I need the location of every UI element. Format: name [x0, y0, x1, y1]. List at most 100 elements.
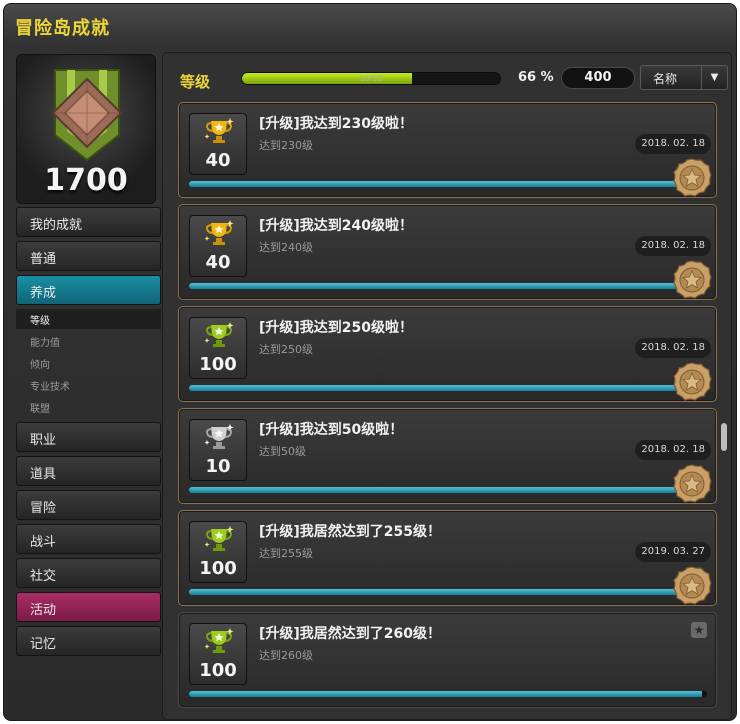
completion-date: 2019. 03. 27: [635, 542, 711, 562]
achievement-description: 达到50级: [259, 445, 306, 458]
level-progress-bar: 10/15: [241, 72, 501, 85]
achievement-window: 冒险岛成就 1700 我的成就 普通 养成 等级 能力值 倾向 专业技术 联盟 …: [3, 3, 737, 721]
level-progress-text: 10/15: [359, 74, 383, 83]
subcategory-label: 等级: [30, 316, 50, 327]
category-item[interactable]: 道具: [16, 456, 161, 486]
achievement-panel: 等级 10/15 66 % 400 名称 ▼ 40 [升级]我达到230级啦！: [162, 52, 732, 720]
wax-seal-icon: [673, 260, 712, 299]
completion-date: 2018. 02. 18: [635, 440, 711, 460]
completion-date: 2018. 02. 18: [635, 134, 711, 154]
points-display: 400: [561, 67, 635, 89]
achievement-progress-fill: [189, 385, 707, 391]
trophy-badge: 40: [189, 215, 247, 277]
star-icon: ★: [691, 622, 707, 638]
achievement-points: 100: [199, 354, 237, 375]
trophy-badge: 10: [189, 419, 247, 481]
category-label: 记忆: [30, 637, 57, 652]
achievement-points: 100: [199, 558, 237, 579]
achievement-points: 40: [205, 150, 231, 171]
wax-seal-icon: [673, 158, 712, 197]
achievement-card[interactable]: 40 [升级]我达到230级啦！ 达到230级 2018. 02. 18: [178, 102, 717, 198]
subcategory-professions[interactable]: 专业技术: [16, 375, 161, 395]
achievement-card[interactable]: 100 [升级]我居然达到了260级！ 达到260级 ★: [178, 612, 717, 708]
subcategory-level[interactable]: 等级: [16, 309, 161, 329]
achievement-title: [升级]我达到50级啦！: [259, 422, 404, 438]
category-general[interactable]: 普通: [16, 241, 161, 271]
trophy-icon: [204, 628, 234, 653]
completion-date: 2018. 02. 18: [635, 338, 711, 358]
sort-label: 名称: [653, 72, 678, 86]
achievement-description: 达到250级: [259, 343, 313, 356]
achievement-progress-bar: [189, 589, 707, 595]
category-label: 社交: [30, 569, 57, 584]
scrollbar-thumb[interactable]: [721, 423, 727, 451]
achievement-card[interactable]: 40 [升级]我达到240级啦！ 达到240级 2018. 02. 18: [178, 204, 717, 300]
achievement-progress-bar: [189, 487, 707, 493]
category-social[interactable]: 社交: [16, 558, 161, 588]
trophy-badge: 100: [189, 623, 247, 685]
trophy-badge: 100: [189, 521, 247, 583]
trophy-badge: 100: [189, 317, 247, 379]
trophy-icon: [204, 118, 234, 143]
subcategory-union[interactable]: 联盟: [16, 397, 161, 417]
subcategory-traits[interactable]: 倾向: [16, 353, 161, 373]
subcategory-stats[interactable]: 能力值: [16, 331, 161, 351]
trophy-badge: 40: [189, 113, 247, 175]
achievement-progress-bar: [189, 385, 707, 391]
achievement-progress-fill: [189, 283, 707, 289]
achievement-card[interactable]: 100 [升级]我居然达到了255级！ 达到255级 2019. 03. 27: [178, 510, 717, 606]
category-label: 普通: [30, 252, 57, 267]
subcategory-label: 专业技术: [30, 382, 70, 393]
achievement-description: 达到260级: [259, 649, 313, 662]
category-job[interactable]: 职业: [16, 422, 161, 452]
completion-date: 2018. 02. 18: [635, 236, 711, 256]
category-adventure[interactable]: 冒险: [16, 490, 161, 520]
achievement-title: [升级]我达到230级啦！: [259, 116, 414, 132]
trophy-icon: [204, 526, 234, 551]
window-title: 冒险岛成就: [15, 18, 110, 39]
rank-emblem: 1700: [16, 54, 156, 204]
category-label: 战斗: [30, 535, 57, 550]
section-title: 等级: [180, 73, 211, 91]
achievement-points: 10: [205, 456, 231, 477]
category-my-achievements[interactable]: 我的成就: [16, 207, 161, 237]
achievement-progress-bar: [189, 181, 707, 187]
achievement-progress-fill: [189, 181, 707, 187]
category-label: 我的成就: [30, 218, 83, 233]
achievement-progress-bar: [189, 283, 707, 289]
category-label: 道具: [30, 467, 57, 482]
subcategory-label: 联盟: [30, 404, 50, 415]
category-label: 职业: [30, 433, 57, 448]
category-label: 养成: [30, 286, 57, 301]
wax-seal-icon: [673, 362, 712, 401]
achievement-title: [升级]我居然达到了260级！: [259, 626, 442, 642]
achievement-score: 1700: [44, 163, 128, 198]
subcategory-label: 能力值: [30, 338, 60, 349]
achievement-list: 40 [升级]我达到230级啦！ 达到230级 2018. 02. 18 40 …: [178, 102, 718, 714]
achievement-progress-fill: [189, 487, 707, 493]
achievement-points: 40: [205, 252, 231, 273]
trophy-icon: [204, 424, 234, 449]
category-memory[interactable]: 记忆: [16, 626, 161, 656]
chevron-down-icon[interactable]: ▼: [701, 66, 727, 89]
wax-seal-icon: [673, 464, 712, 503]
achievement-progress-fill: [189, 589, 707, 595]
trophy-icon: [204, 220, 234, 245]
achievement-points: 100: [199, 660, 237, 681]
category-combat[interactable]: 战斗: [16, 524, 161, 554]
sort-dropdown[interactable]: 名称 ▼: [640, 65, 728, 90]
category-growth[interactable]: 养成: [16, 275, 161, 305]
achievement-title: [升级]我达到250级啦！: [259, 320, 414, 336]
category-event[interactable]: 活动: [16, 592, 161, 622]
wax-seal-icon: [673, 566, 712, 605]
subcategory-label: 倾向: [30, 360, 50, 371]
achievement-description: 达到255级: [259, 547, 313, 560]
category-label: 活动: [30, 603, 57, 618]
achievement-title: [升级]我居然达到了255级！: [259, 524, 442, 540]
achievement-title: [升级]我达到240级啦！: [259, 218, 414, 234]
category-label: 冒险: [30, 501, 57, 516]
achievement-progress-bar: [189, 691, 707, 697]
achievement-card[interactable]: 10 [升级]我达到50级啦！ 达到50级 2018. 02. 18: [178, 408, 717, 504]
achievement-progress-fill: [189, 691, 702, 697]
achievement-card[interactable]: 100 [升级]我达到250级啦！ 达到250级 2018. 02. 18: [178, 306, 717, 402]
